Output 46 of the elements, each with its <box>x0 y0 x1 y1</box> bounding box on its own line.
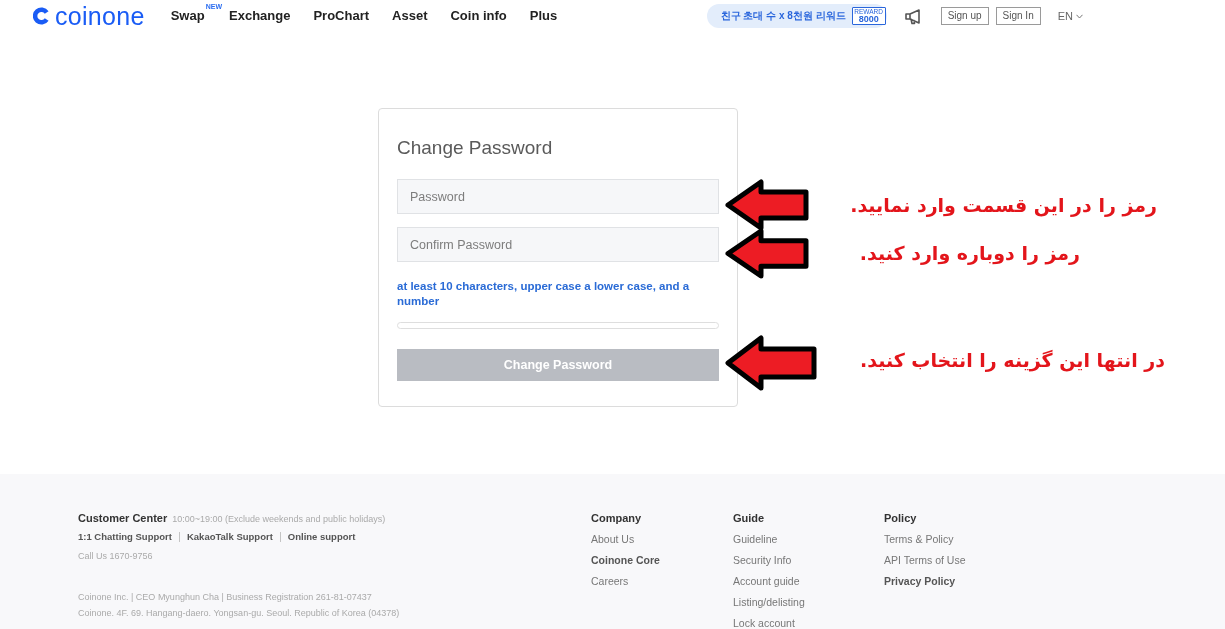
footer-link[interactable]: Guideline <box>733 529 778 550</box>
footer-link[interactable]: Coinone Core <box>591 550 660 571</box>
footer-heading: Company <box>591 511 642 525</box>
nav-link[interactable]: ProChart <box>313 8 370 24</box>
footer-link[interactable]: Lock account <box>733 613 795 629</box>
language-selector[interactable]: EN <box>1057 10 1083 22</box>
megaphone-icon[interactable] <box>903 7 923 25</box>
customer-center-title: Customer Center <box>78 511 168 525</box>
footer-link[interactable]: About Us <box>591 529 635 550</box>
nav-link[interactable]: Plus <box>529 8 558 24</box>
nav-link[interactable]: Exchange <box>229 8 291 24</box>
company-info-text: Coinone Inc. | CEO Myunghun Cha | Business Registration 261-81-07437 <box>78 591 373 604</box>
support-link[interactable]: Online support <box>287 530 356 544</box>
password-field[interactable]: Password <box>397 179 719 214</box>
support-link[interactable]: KakaoTalk Support <box>186 530 273 544</box>
company-info-text: Coinone. 4F. 69. Hangang-daero. Yongsan-gu. Seoul. Republic of Korea (04378) <box>78 607 401 620</box>
auth-button[interactable]: Sign In <box>995 7 1041 25</box>
footer-link[interactable]: Privacy Policy <box>884 571 956 592</box>
footer-heading: Guide <box>733 511 765 525</box>
left-arrow-icon <box>725 228 809 279</box>
chevron-down-icon[interactable] <box>1076 13 1083 19</box>
support-hours: 10:00~19:00 (Exclude weekends and public holidays) <box>172 513 386 526</box>
footer-link[interactable]: Careers <box>591 571 629 592</box>
reward-amount: 8000 <box>858 14 879 24</box>
footer-link[interactable]: Listing/delisting <box>733 592 805 613</box>
nav-link[interactable]: Swap <box>170 8 205 24</box>
password-rule-hint: at least 10 characters, upper case a lower case, and a number <box>397 279 691 309</box>
phone-number: Call Us 1670-9756 <box>78 550 153 563</box>
footer-heading: Policy <box>884 511 917 525</box>
auth-button[interactable]: Sign up <box>940 7 989 25</box>
password-field[interactable]: Confirm Password <box>397 227 719 262</box>
footer-link[interactable]: API Terms of Use <box>884 550 966 571</box>
support-link[interactable]: 1:1 Chatting Support <box>78 530 172 544</box>
left-arrow-icon <box>725 179 809 231</box>
annotation-text: رمز را در این قسمت وارد نمایید. <box>850 193 1157 218</box>
left-arrow-icon <box>725 335 817 391</box>
nav-link[interactable]: Asset <box>392 8 428 24</box>
logo-text[interactable]: coinone <box>55 3 145 29</box>
logo-icon[interactable] <box>33 7 51 25</box>
form-title: Change Password <box>397 136 554 160</box>
annotation-text: رمز را دوباره وارد کنید. <box>859 241 1080 266</box>
footer-link[interactable]: Account guide <box>733 571 800 592</box>
footer-link[interactable]: Security Info <box>733 550 792 571</box>
footer-link[interactable]: Terms & Policy <box>884 529 954 550</box>
nav-link[interactable]: Coin info <box>450 8 507 24</box>
annotation-text: در انتها این گزینه را انتخاب کنید. <box>860 348 1165 373</box>
